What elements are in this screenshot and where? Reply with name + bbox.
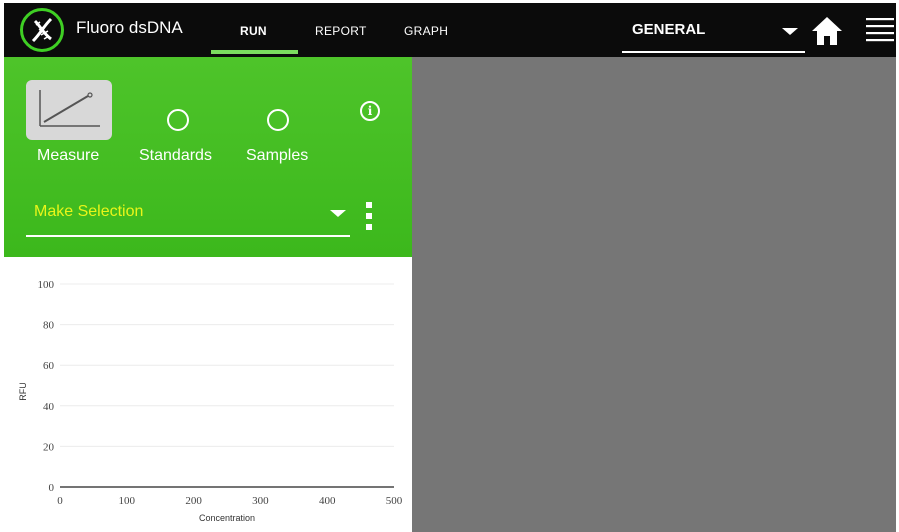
x-tick-label: 400 <box>319 495 336 507</box>
measure-step-button[interactable] <box>26 80 112 140</box>
y-tick-label: 100 <box>38 279 55 291</box>
x-tick-label: 300 <box>252 495 269 507</box>
home-icon[interactable] <box>810 15 844 47</box>
selection-dropdown-underline <box>26 235 350 237</box>
x-tick-label: 100 <box>119 495 136 507</box>
workflow-panel: Measure Standards Samples i Make Selecti… <box>4 57 412 257</box>
step-label-samples[interactable]: Samples <box>246 147 308 165</box>
tab-run[interactable]: RUN <box>240 24 267 38</box>
app-title: Fluoro dsDNA <box>76 18 183 37</box>
hamburger-menu-icon[interactable] <box>866 17 894 45</box>
more-options-icon[interactable] <box>366 202 374 232</box>
y-tick-label: 20 <box>43 441 55 453</box>
x-tick-label: 0 <box>57 495 63 507</box>
standard-curve-chart: 0 20 40 60 80 100 0 100 200 300 400 500 Concentrati… <box>4 257 412 532</box>
app-window: Fluoro dsDNA RUN REPORT GRAPH GENERAL Me… <box>4 3 896 532</box>
dna-logo-icon[interactable] <box>20 8 64 52</box>
chart-svg: 0 20 40 60 80 100 0 100 200 300 400 500 Concentrati… <box>18 279 403 523</box>
results-pane <box>412 57 896 532</box>
step-label-measure: Measure <box>37 147 100 164</box>
top-bar: Fluoro dsDNA RUN REPORT GRAPH GENERAL <box>4 3 896 57</box>
standard-curve-icon <box>39 90 100 127</box>
x-tick-label: 500 <box>386 495 403 507</box>
tab-report[interactable]: REPORT <box>315 24 367 38</box>
selection-dropdown-value[interactable]: Make Selection <box>34 203 143 221</box>
y-tick-label: 60 <box>43 360 55 372</box>
y-axis-label: RFU <box>18 382 28 401</box>
active-tab-indicator <box>211 50 298 54</box>
x-axis-label: Concentration <box>199 513 255 523</box>
info-icon[interactable]: i <box>360 101 380 121</box>
y-tick-label: 40 <box>43 401 55 413</box>
y-tick-label: 80 <box>43 320 55 332</box>
chevron-down-icon[interactable] <box>782 28 798 35</box>
tab-graph[interactable]: GRAPH <box>404 24 448 38</box>
y-tick-label: 0 <box>49 482 55 494</box>
project-dropdown-underline <box>622 51 805 53</box>
step-label-standards[interactable]: Standards <box>139 147 212 165</box>
project-dropdown-value[interactable]: GENERAL <box>632 21 705 38</box>
samples-step-circle-icon[interactable] <box>267 109 289 131</box>
selection-chevron-down-icon[interactable] <box>330 210 346 217</box>
x-tick-label: 200 <box>185 495 202 507</box>
standards-step-circle-icon[interactable] <box>167 109 189 131</box>
